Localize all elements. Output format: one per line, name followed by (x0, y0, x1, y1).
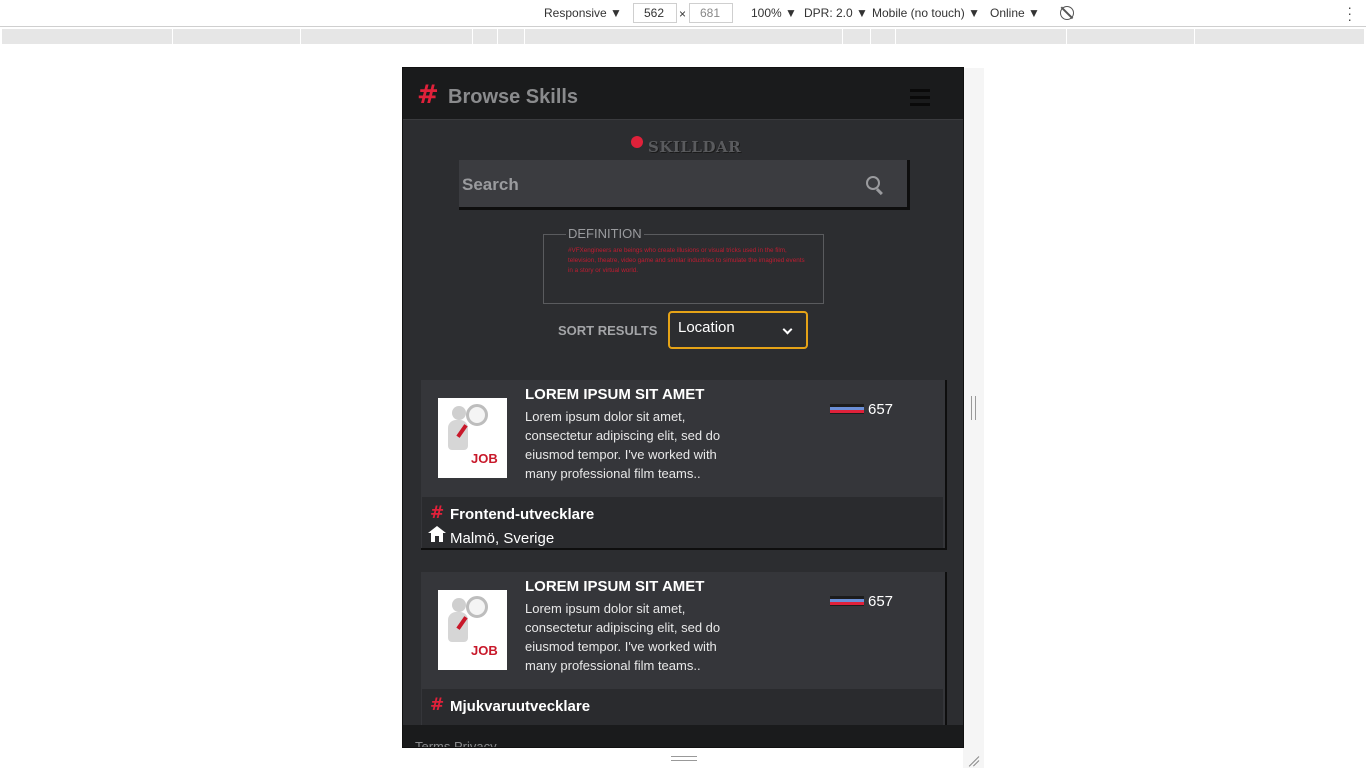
media-query-ruler[interactable] (2, 29, 1364, 44)
flag-icon (830, 404, 864, 417)
hash-icon: # (430, 695, 445, 715)
result-card[interactable]: JOB LOREM IPSUM SIT AMET Lorem ipsum dol… (421, 380, 947, 550)
device-mode-label: Responsive (544, 6, 607, 20)
caret-down-icon: ▼ (785, 6, 797, 20)
footer-links[interactable]: Terms Privacy (415, 739, 497, 747)
result-location: Malmö, Sverige (450, 530, 555, 547)
width-input[interactable]: 562 (633, 3, 677, 23)
result-score: 657 (868, 401, 894, 418)
flag-icon (830, 596, 864, 609)
result-skill[interactable]: Frontend-utvecklare (450, 506, 594, 523)
definition-legend: DEFINITION (566, 226, 644, 241)
result-score: 657 (868, 593, 894, 610)
dpr-label: DPR: 2.0 (804, 6, 853, 20)
sort-results-label: SORT RESULTS (558, 323, 658, 338)
definition-box: DEFINITION #VFXengineers are beings who … (543, 226, 824, 304)
result-skill[interactable]: Mjukvaruutvecklare (450, 698, 590, 715)
device-type-select[interactable]: Mobile (no touch) ▼ (872, 6, 980, 20)
logo-text: SKILLDAR (648, 138, 742, 156)
throttling-select[interactable]: Online ▼ (990, 6, 1040, 20)
height-input[interactable]: 681 (689, 3, 733, 23)
search-placeholder: Search (462, 175, 519, 194)
job-image-text: JOB (471, 643, 498, 658)
result-description: Lorem ipsum dolor sit amet, consectetur … (525, 409, 721, 481)
caret-down-icon: ▼ (1028, 6, 1040, 20)
caret-down-icon: ▼ (856, 6, 868, 20)
search-input[interactable]: Search (459, 160, 910, 210)
app-footer: Terms Privacy (403, 725, 963, 747)
caret-down-icon: ▼ (610, 6, 622, 20)
result-title[interactable]: LOREM IPSUM SIT AMET (525, 386, 704, 403)
zoom-select[interactable]: 100% ▼ (751, 6, 797, 20)
chevron-down-icon (782, 324, 793, 335)
device-viewport: # Browse Skills SKILLDAR Search DEFINITI… (402, 67, 964, 748)
definition-text: #VFXengineers are beings who create illu… (568, 247, 805, 274)
page-title: Browse Skills (448, 86, 579, 108)
device-type-label: Mobile (no touch) (872, 6, 965, 20)
kebab-icon[interactable]: · · · (1347, 0, 1352, 26)
logo-dot-icon (631, 136, 643, 148)
job-image: JOB (438, 398, 507, 478)
hash-icon: # (430, 503, 445, 523)
hash-icon: # (417, 80, 439, 110)
dpr-select[interactable]: DPR: 2.0 ▼ (804, 6, 868, 20)
rotate-icon[interactable] (1060, 6, 1074, 20)
sort-select[interactable]: Location (668, 311, 808, 349)
zoom-label: 100% (751, 6, 782, 20)
job-image-text: JOB (471, 451, 498, 466)
devtools-toolbar: Responsive ▼ 562 × 681 100% ▼ DPR: 2.0 ▼… (0, 0, 1366, 27)
result-description: Lorem ipsum dolor sit amet, consectetur … (525, 601, 721, 673)
result-footer: # Frontend-utvecklare Malmö, Sverige (422, 497, 943, 548)
search-icon[interactable] (866, 176, 880, 190)
throttling-label: Online (990, 6, 1025, 20)
sort-selected-value: Location (678, 319, 735, 336)
app-header: # Browse Skills (403, 68, 963, 120)
resize-handle-corner[interactable] (967, 751, 980, 767)
result-title[interactable]: LOREM IPSUM SIT AMET (525, 578, 704, 595)
times-sign: × (679, 7, 687, 21)
job-image: JOB (438, 590, 507, 670)
resize-handle-bottom[interactable] (671, 756, 697, 761)
result-card[interactable]: JOB LOREM IPSUM SIT AMET Lorem ipsum dol… (421, 572, 947, 742)
hamburger-icon[interactable] (910, 89, 930, 106)
home-icon (428, 526, 446, 544)
caret-down-icon: ▼ (968, 6, 980, 20)
resize-handle-right[interactable] (971, 396, 976, 420)
device-mode-select[interactable]: Responsive ▼ (544, 6, 622, 20)
